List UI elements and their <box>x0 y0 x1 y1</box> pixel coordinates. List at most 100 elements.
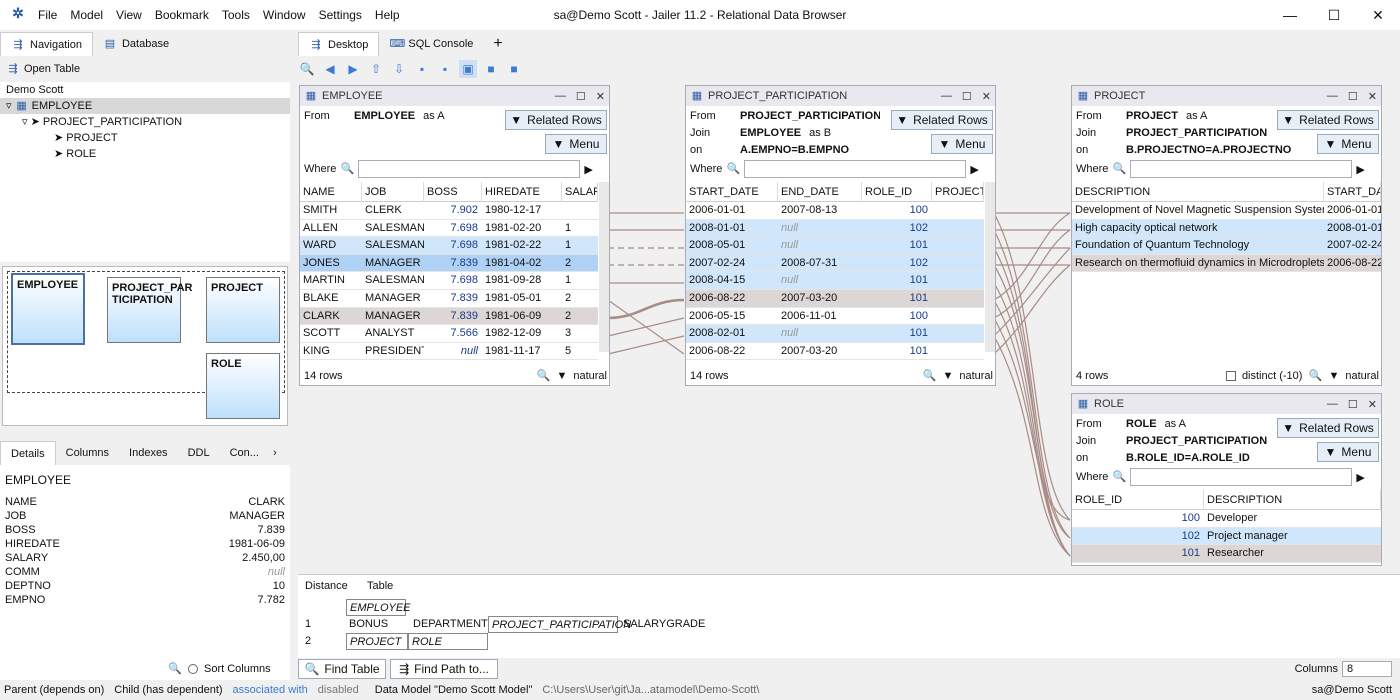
table-cell: MANAGER <box>365 291 421 304</box>
table-row[interactable]: 2008-01-01 null 102 <box>686 219 984 238</box>
close-icon[interactable]: ✕ <box>1368 398 1377 411</box>
table-row[interactable]: SMITH CLERK 7.902 1980-12-17 <box>300 202 598 220</box>
column-header[interactable]: DESCRIPTION <box>1072 181 1324 202</box>
path-bonus[interactable]: BONUS <box>346 616 388 633</box>
where-input[interactable] <box>1130 468 1353 486</box>
table-cell: 2006-08-22 <box>689 291 746 304</box>
table-row[interactable]: High capacity optical network 2008-01-01 <box>1072 219 1381 238</box>
search-icon[interactable]: 🔍 <box>1112 470 1127 484</box>
distinct-checkbox[interactable] <box>1225 371 1236 381</box>
table-row[interactable]: 2008-05-01 null 101 <box>686 237 984 255</box>
run-icon[interactable]: ▶ <box>1356 163 1364 176</box>
related-rows-button[interactable]: ▼ Related Rows <box>891 110 993 130</box>
path-salarygrade[interactable]: SALARYGRADE <box>620 616 705 633</box>
table-row[interactable]: KING PRESIDENT null 1981-11-17 5 <box>300 343 598 361</box>
column-header[interactable]: NAME <box>300 181 362 202</box>
column-header[interactable]: SALAR <box>562 181 598 202</box>
menu-button[interactable]: ▼ Menu <box>1317 442 1379 462</box>
sort-natural[interactable]: natural <box>573 370 607 382</box>
close-icon[interactable]: ✕ <box>982 90 991 103</box>
table-row[interactable]: BLAKE MANAGER 7.839 1981-05-01 2 <box>300 290 598 308</box>
table-row[interactable]: ALLEN SALESMAN 7.698 1981-02-20 1 <box>300 220 598 238</box>
table-cell: 7.839 <box>450 291 478 304</box>
table-cell: null <box>460 344 478 357</box>
column-header[interactable]: ROLE_ID <box>1072 489 1204 510</box>
table-row[interactable]: WARD SALESMAN 7.698 1981-02-22 1 <box>300 237 598 255</box>
run-icon[interactable]: ▶ <box>970 163 978 176</box>
table-row[interactable]: SCOTT ANALYST 7.566 1982-12-09 3 <box>300 325 598 343</box>
maximize-icon[interactable]: ☐ <box>576 90 586 103</box>
find-table-button[interactable]: 🔍 Find Table <box>298 659 386 679</box>
table-row[interactable]: 2007-02-24 2008-07-31 102 <box>686 254 984 273</box>
path-employee[interactable]: EMPLOYEE <box>346 599 411 616</box>
maximize-icon[interactable]: ☐ <box>1348 90 1358 103</box>
close-icon[interactable]: ✕ <box>596 90 605 103</box>
related-rows-button[interactable]: ▼ Related Rows <box>1277 418 1379 438</box>
maximize-icon[interactable]: ☐ <box>1348 398 1358 411</box>
related-rows-button[interactable]: ▼ Related Rows <box>1277 110 1379 130</box>
where-input[interactable] <box>358 160 581 178</box>
search-icon[interactable]: 🔍 <box>340 162 355 176</box>
find-path-button[interactable]: ⇶ Find Path to... <box>390 659 498 679</box>
table-row[interactable]: 2008-04-15 null 101 <box>686 272 984 290</box>
column-header[interactable]: HIREDATE <box>482 181 562 202</box>
where-input[interactable] <box>744 160 967 178</box>
filter-icon[interactable]: ▼ <box>942 370 953 382</box>
table-row[interactable]: 100 Developer <box>1072 510 1381 528</box>
close-icon[interactable]: ✕ <box>1368 90 1377 103</box>
search-icon[interactable]: 🔍 <box>536 369 551 383</box>
run-icon[interactable]: ▶ <box>1356 471 1364 484</box>
path-role[interactable]: ROLE <box>408 633 488 650</box>
filter-icon[interactable]: ▼ <box>1328 370 1339 382</box>
table-row[interactable]: Foundation of Quantum Technology 2007-02-… <box>1072 237 1381 255</box>
table-row[interactable]: 101 Researcher <box>1072 545 1381 563</box>
sort-natural[interactable]: natural <box>959 370 993 382</box>
column-header[interactable]: START_DAT <box>1324 181 1381 202</box>
column-header[interactable]: END_DATE <box>778 181 862 202</box>
minimize-icon[interactable]: — <box>555 90 566 103</box>
menu-button[interactable]: ▼ Menu <box>545 134 607 154</box>
scrollbar[interactable] <box>599 182 609 352</box>
search-icon[interactable]: 🔍 <box>726 162 741 176</box>
table-row[interactable]: Development of Novel Magnetic Suspension… <box>1072 202 1381 220</box>
scrollbar[interactable] <box>985 182 995 352</box>
search-icon[interactable]: 🔍 <box>922 369 937 383</box>
minimize-icon[interactable]: — <box>1327 90 1338 103</box>
column-header[interactable]: PROJECTN <box>932 181 984 202</box>
table-row[interactable]: 2006-08-22 2007-03-20 101 <box>686 289 984 308</box>
column-header[interactable]: BOSS <box>424 181 482 202</box>
table-row[interactable]: 2006-05-15 2006-11-01 100 <box>686 308 984 326</box>
table-row[interactable]: Research on thermofluid dynamics in Micr… <box>1072 254 1381 273</box>
search-icon[interactable]: 🔍 <box>1112 162 1127 176</box>
filter-icon[interactable]: ▼ <box>556 370 567 382</box>
table-cell: 2008-04-15 <box>689 274 746 287</box>
table-row[interactable]: 2006-01-01 2007-08-13 100 <box>686 202 984 220</box>
maximize-icon[interactable]: ☐ <box>962 90 972 103</box>
path-project-participation[interactable]: PROJECT_PARTICIPATION <box>488 616 631 633</box>
minimize-icon[interactable]: — <box>1327 398 1338 411</box>
path-department[interactable]: DEPARTMENT <box>410 616 488 633</box>
column-header[interactable]: START_DATE <box>686 181 778 202</box>
employee-title: EMPLOYEE <box>322 90 383 102</box>
search-icon[interactable]: 🔍 <box>1308 369 1323 383</box>
from-label: From <box>1076 418 1102 430</box>
column-header[interactable]: JOB <box>362 181 424 202</box>
table-row[interactable]: CLARK MANAGER 7.839 1981-06-09 2 <box>300 307 598 326</box>
run-icon[interactable]: ▶ <box>584 163 592 176</box>
column-header[interactable]: ROLE_ID <box>862 181 932 202</box>
table-row[interactable]: 2008-02-01 null 101 <box>686 325 984 343</box>
table-row[interactable]: JONES MANAGER 7.839 1981-04-02 2 <box>300 254 598 273</box>
menu-button[interactable]: ▼ Menu <box>931 134 993 154</box>
menu-button[interactable]: ▼ Menu <box>1317 134 1379 154</box>
related-rows-button[interactable]: ▼ Related Rows <box>505 110 607 130</box>
column-header[interactable]: DESCRIPTION <box>1204 489 1381 510</box>
sort-natural[interactable]: natural <box>1345 370 1379 382</box>
table-row[interactable]: 102 Project manager <box>1072 527 1381 546</box>
table-row[interactable]: 2006-08-22 2007-03-20 101 <box>686 343 984 361</box>
columns-select[interactable]: 8 <box>1342 661 1392 677</box>
minimize-icon[interactable]: — <box>941 90 952 103</box>
table-cell: null <box>781 221 799 234</box>
path-project[interactable]: PROJECT <box>346 633 408 650</box>
table-row[interactable]: MARTIN SALESMAN 7.698 1981-09-28 1 <box>300 272 598 290</box>
where-input[interactable] <box>1130 160 1353 178</box>
